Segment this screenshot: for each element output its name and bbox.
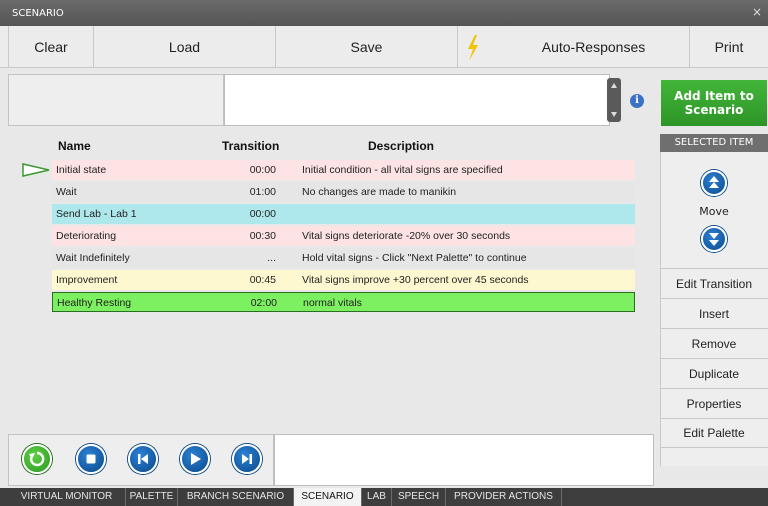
previous-icon[interactable]: [128, 444, 158, 474]
duplicate-button[interactable]: Duplicate: [660, 358, 768, 388]
properties-button[interactable]: Properties: [660, 388, 768, 418]
row-description: Hold vital signs - Click "Next Palette" …: [302, 252, 527, 264]
scenario-row[interactable]: Initial state 00:00 Initial condition - al…: [52, 160, 635, 180]
close-icon[interactable]: ×: [752, 5, 762, 19]
notes-textarea[interactable]: [224, 74, 610, 126]
status-message-box: [274, 434, 654, 486]
move-label: Move: [699, 205, 729, 218]
tab-lab[interactable]: LAB: [362, 488, 392, 506]
column-header-name[interactable]: Name: [58, 139, 91, 153]
tab-virtual-monitor[interactable]: VIRTUAL MONITOR: [8, 488, 126, 506]
item-preview-panel: [8, 74, 224, 126]
tab-provider-actions[interactable]: PROVIDER ACTIONS: [446, 488, 562, 506]
notes-scrollbar[interactable]: [607, 78, 621, 122]
row-transition: 00:45: [249, 274, 276, 286]
scenario-row[interactable]: Improvement 00:45 Vital signs improve +30 …: [52, 270, 635, 290]
tab-speech[interactable]: SPEECH: [392, 488, 446, 506]
remove-button[interactable]: Remove: [660, 328, 768, 358]
tab-scenario[interactable]: SCENARIO: [294, 488, 362, 506]
row-description: Vital signs improve +30 percent over 45 …: [302, 274, 529, 286]
edit-palette-button[interactable]: Edit Palette: [660, 418, 768, 448]
tab-palette[interactable]: PALETTE: [126, 488, 178, 506]
title-bar: SCENARIO ×: [0, 0, 768, 26]
tab-bar: VIRTUAL MONITOR PALETTE BRANCH SCENARIO SCE…: [0, 488, 768, 506]
scenario-row[interactable]: Wait Indefinitely... Hold vital signs - C…: [52, 248, 635, 268]
toolbar: Clear Load Save Auto-Responses Print: [0, 26, 768, 68]
print-button[interactable]: Print: [690, 26, 768, 68]
add-button-line2: Scenario: [684, 103, 744, 117]
window-title: SCENARIO: [12, 8, 64, 19]
row-transition: ...: [267, 252, 276, 264]
info-icon[interactable]: i: [630, 94, 644, 108]
insert-button[interactable]: Insert: [660, 298, 768, 328]
stop-icon[interactable]: [76, 444, 106, 474]
column-header-description[interactable]: Description: [368, 139, 434, 153]
load-button[interactable]: Load: [94, 26, 276, 68]
row-description: No changes are made to manikin: [302, 186, 457, 198]
edit-transition-button[interactable]: Edit Transition: [660, 268, 768, 298]
add-item-to-scenario-button[interactable]: Add Item to Scenario: [661, 80, 767, 126]
row-transition: 00:00: [249, 164, 276, 176]
row-description: normal vitals: [303, 297, 362, 309]
lightning-icon: [468, 35, 478, 61]
play-icon[interactable]: [180, 444, 210, 474]
move-down-icon[interactable]: [701, 226, 727, 252]
row-transition: 00:30: [249, 230, 276, 242]
scenario-row[interactable]: Wait 01:00 No changes are made to manikin: [52, 182, 635, 202]
scenario-row[interactable]: Send Lab - Lab 1 00:00: [52, 204, 635, 224]
selected-item-header: SELECTED ITEM: [660, 134, 768, 152]
move-up-icon[interactable]: [701, 170, 727, 196]
current-item-pointer-icon: [22, 163, 50, 177]
add-button-line1: Add Item to: [674, 89, 754, 103]
scenario-row[interactable]: Deteriorating 00:30 Vital signs deteriorat…: [52, 226, 635, 246]
column-header-transition[interactable]: Transition: [222, 139, 279, 153]
row-transition: 00:00: [249, 208, 276, 220]
tab-branch-scenario[interactable]: BRANCH SCENARIO: [178, 488, 294, 506]
row-transition: 02:00: [250, 297, 277, 309]
row-description: Initial condition - all vital signs are …: [302, 164, 503, 176]
row-description: Vital signs deteriorate -20% over 30 sec…: [302, 230, 511, 242]
scenario-row[interactable]: Healthy Resting 02:00 normal vitals: [52, 292, 635, 312]
clear-button[interactable]: Clear: [8, 26, 94, 68]
save-button[interactable]: Save: [276, 26, 458, 68]
reset-icon[interactable]: [22, 444, 52, 474]
auto-responses-button[interactable]: Auto-Responses: [458, 26, 690, 68]
row-transition: 01:00: [249, 186, 276, 198]
next-icon[interactable]: [232, 444, 262, 474]
